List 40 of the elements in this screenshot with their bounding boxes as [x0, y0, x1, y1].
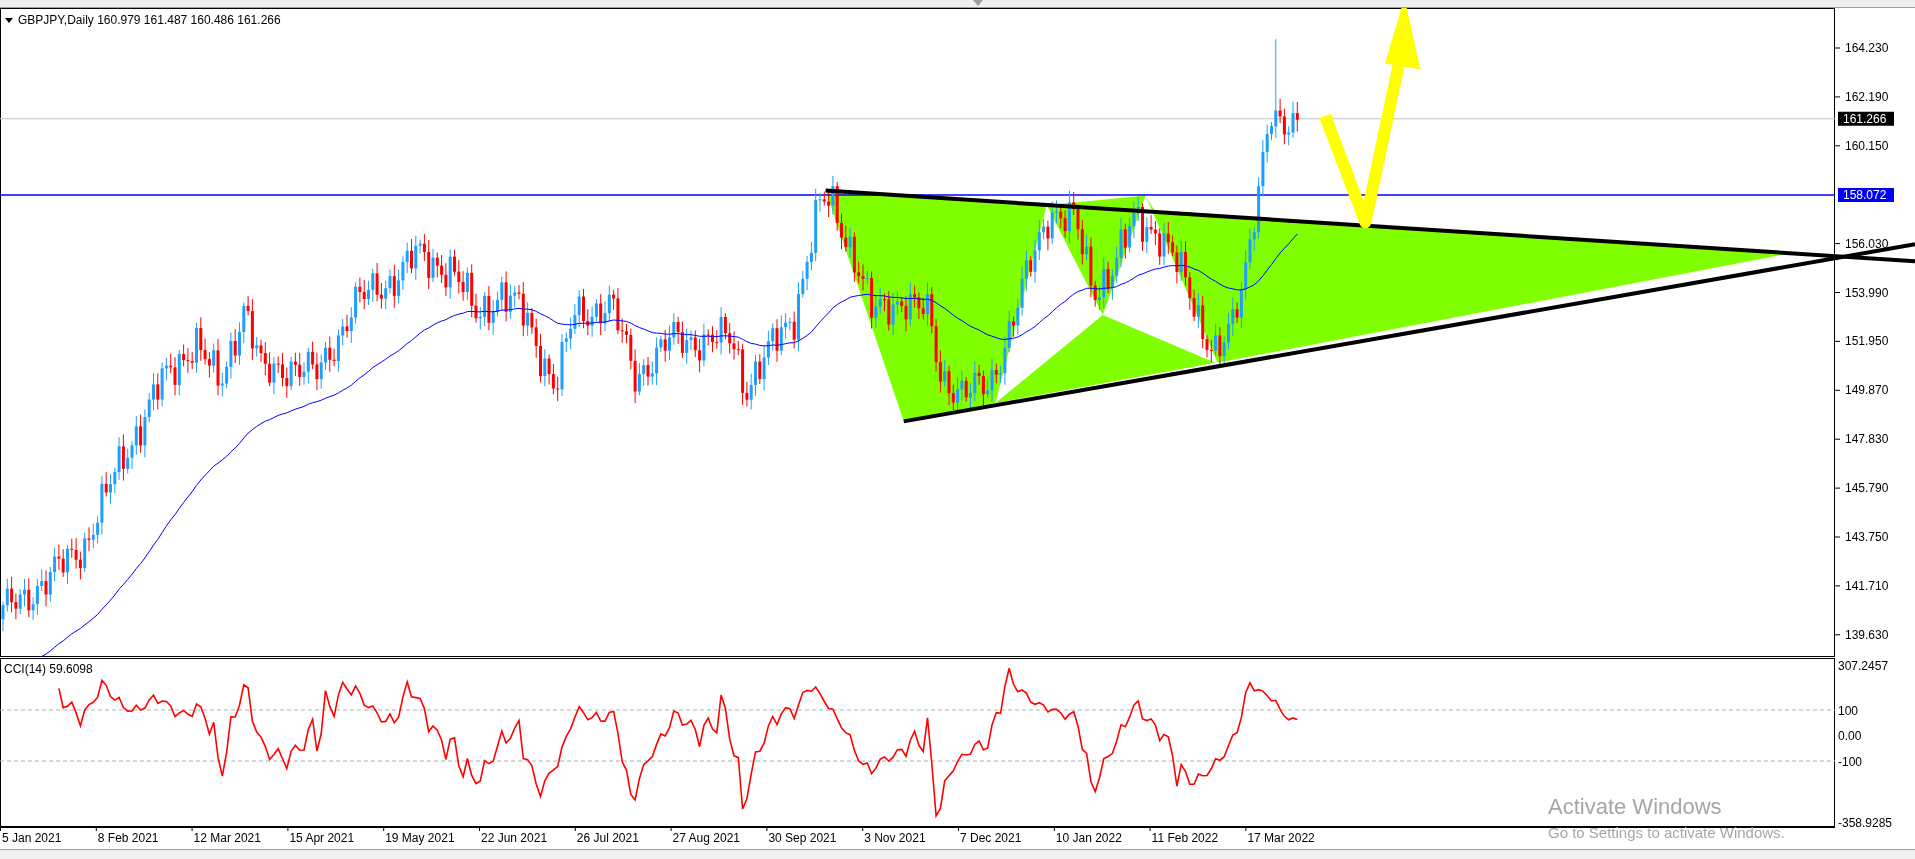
- price-axis-label: 162.190: [1845, 89, 1889, 104]
- price-axis-label: 143.750: [1845, 530, 1889, 544]
- scroll-marker-icon[interactable]: [972, 0, 983, 6]
- indicator-label: CCI(14) 59.6098: [4, 662, 93, 676]
- time-axis-label: 12 Mar 2021: [193, 831, 261, 845]
- indicator-axis-label: 100: [1838, 704, 1859, 718]
- price-tag: 158.072: [1838, 188, 1894, 202]
- time-axis-label: 11 Feb 2022: [1151, 831, 1219, 845]
- time-axis-label: 27 Aug 2021: [672, 831, 740, 845]
- time-axis-label: 8 Feb 2021: [97, 831, 159, 845]
- price-axis-label: 141.710: [1845, 578, 1889, 593]
- time-axis-label: 3 Nov 2021: [864, 831, 926, 845]
- indicator-axis-label: -358.9285: [1838, 816, 1893, 827]
- indicator-axis-label: 307.2457: [1838, 659, 1889, 673]
- price-axis-label: 156.030: [1845, 236, 1889, 251]
- time-axis-label: 26 Jul 2021: [576, 831, 639, 845]
- activation-notice-title: Activate Windows: [1548, 794, 1723, 820]
- price-axis-label: 153.990: [1845, 285, 1889, 300]
- price-axis-label: 160.150: [1845, 138, 1889, 153]
- time-axis-label: 19 May 2021: [385, 831, 455, 845]
- time-axis-label: 22 Jun 2021: [481, 831, 548, 845]
- price-axis-label: 145.790: [1845, 481, 1889, 496]
- dropdown-triangle-icon[interactable]: [5, 18, 13, 23]
- price-tag: 161.266: [1838, 111, 1894, 126]
- price-axis-label: 149.870: [1845, 383, 1889, 398]
- chart-header: GBPJPY,Daily 160.979 161.487 160.486 161.266: [18, 13, 281, 27]
- price-axis-label: 147.830: [1845, 432, 1889, 447]
- time-axis-label: 30 Sep 2021: [768, 831, 837, 845]
- activation-notice-text: Go to Settings to activate Windows.: [1548, 824, 1785, 841]
- time-axis-label: 5 Jan 2021: [2, 831, 62, 845]
- time-axis-label: 17 Mar 2022: [1247, 831, 1315, 845]
- time-axis-label: 15 Apr 2021: [289, 831, 355, 845]
- time-axis-label: 7 Dec 2021: [960, 831, 1022, 845]
- time-axis-label: 10 Jan 2022: [1055, 831, 1122, 845]
- price-axis-label: 151.950: [1845, 334, 1889, 349]
- trend-line[interactable]: [825, 188, 1915, 264]
- indicator-axis-label: 0.00: [1838, 729, 1862, 743]
- price-axis-label: 139.630: [1845, 627, 1889, 642]
- indicator-axis-label: -100: [1838, 755, 1863, 769]
- price-axis-label: 164.230: [1845, 41, 1889, 55]
